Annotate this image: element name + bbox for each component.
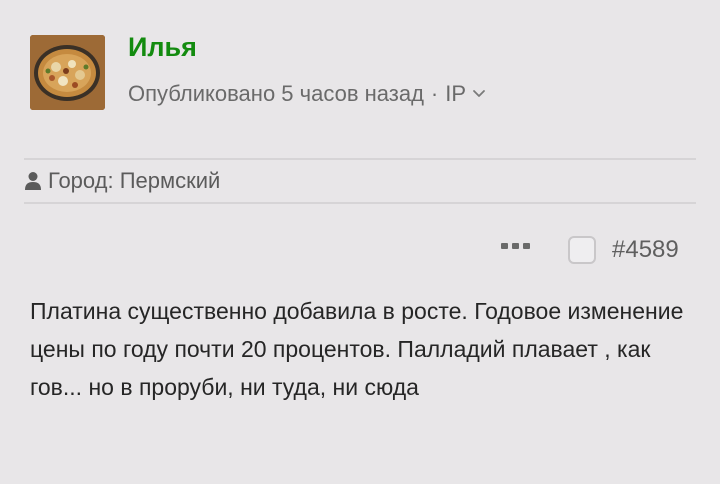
published-time: Опубликовано 5 часов назад (128, 81, 424, 106)
chevron-down-icon (472, 89, 486, 99)
more-dots-icon[interactable] (500, 238, 532, 254)
avatar-image (30, 35, 105, 110)
post-meta: Опубликовано 5 часов назад · IP (128, 80, 486, 108)
user-icon (24, 171, 42, 191)
author-name[interactable]: Илья (128, 30, 197, 64)
post-body-text: Платина существенно добавила в росте. Го… (30, 298, 684, 400)
divider-bottom (24, 202, 696, 204)
avatar[interactable] (30, 35, 105, 110)
ip-toggle[interactable]: IP (445, 80, 486, 108)
location-text: Город: Пермский (48, 168, 221, 193)
divider-top (24, 158, 696, 160)
ip-label: IP (445, 81, 467, 106)
post-body: Платина существенно добавила в росте. Го… (30, 292, 700, 406)
post-number-link[interactable]: #4589 (612, 235, 679, 265)
meta-separator: · (430, 81, 439, 106)
user-location: Город: Пермский (24, 167, 220, 195)
select-post-checkbox[interactable] (568, 236, 596, 264)
forum-post: Илья Опубликовано 5 часов назад · IP Гор… (0, 0, 720, 484)
